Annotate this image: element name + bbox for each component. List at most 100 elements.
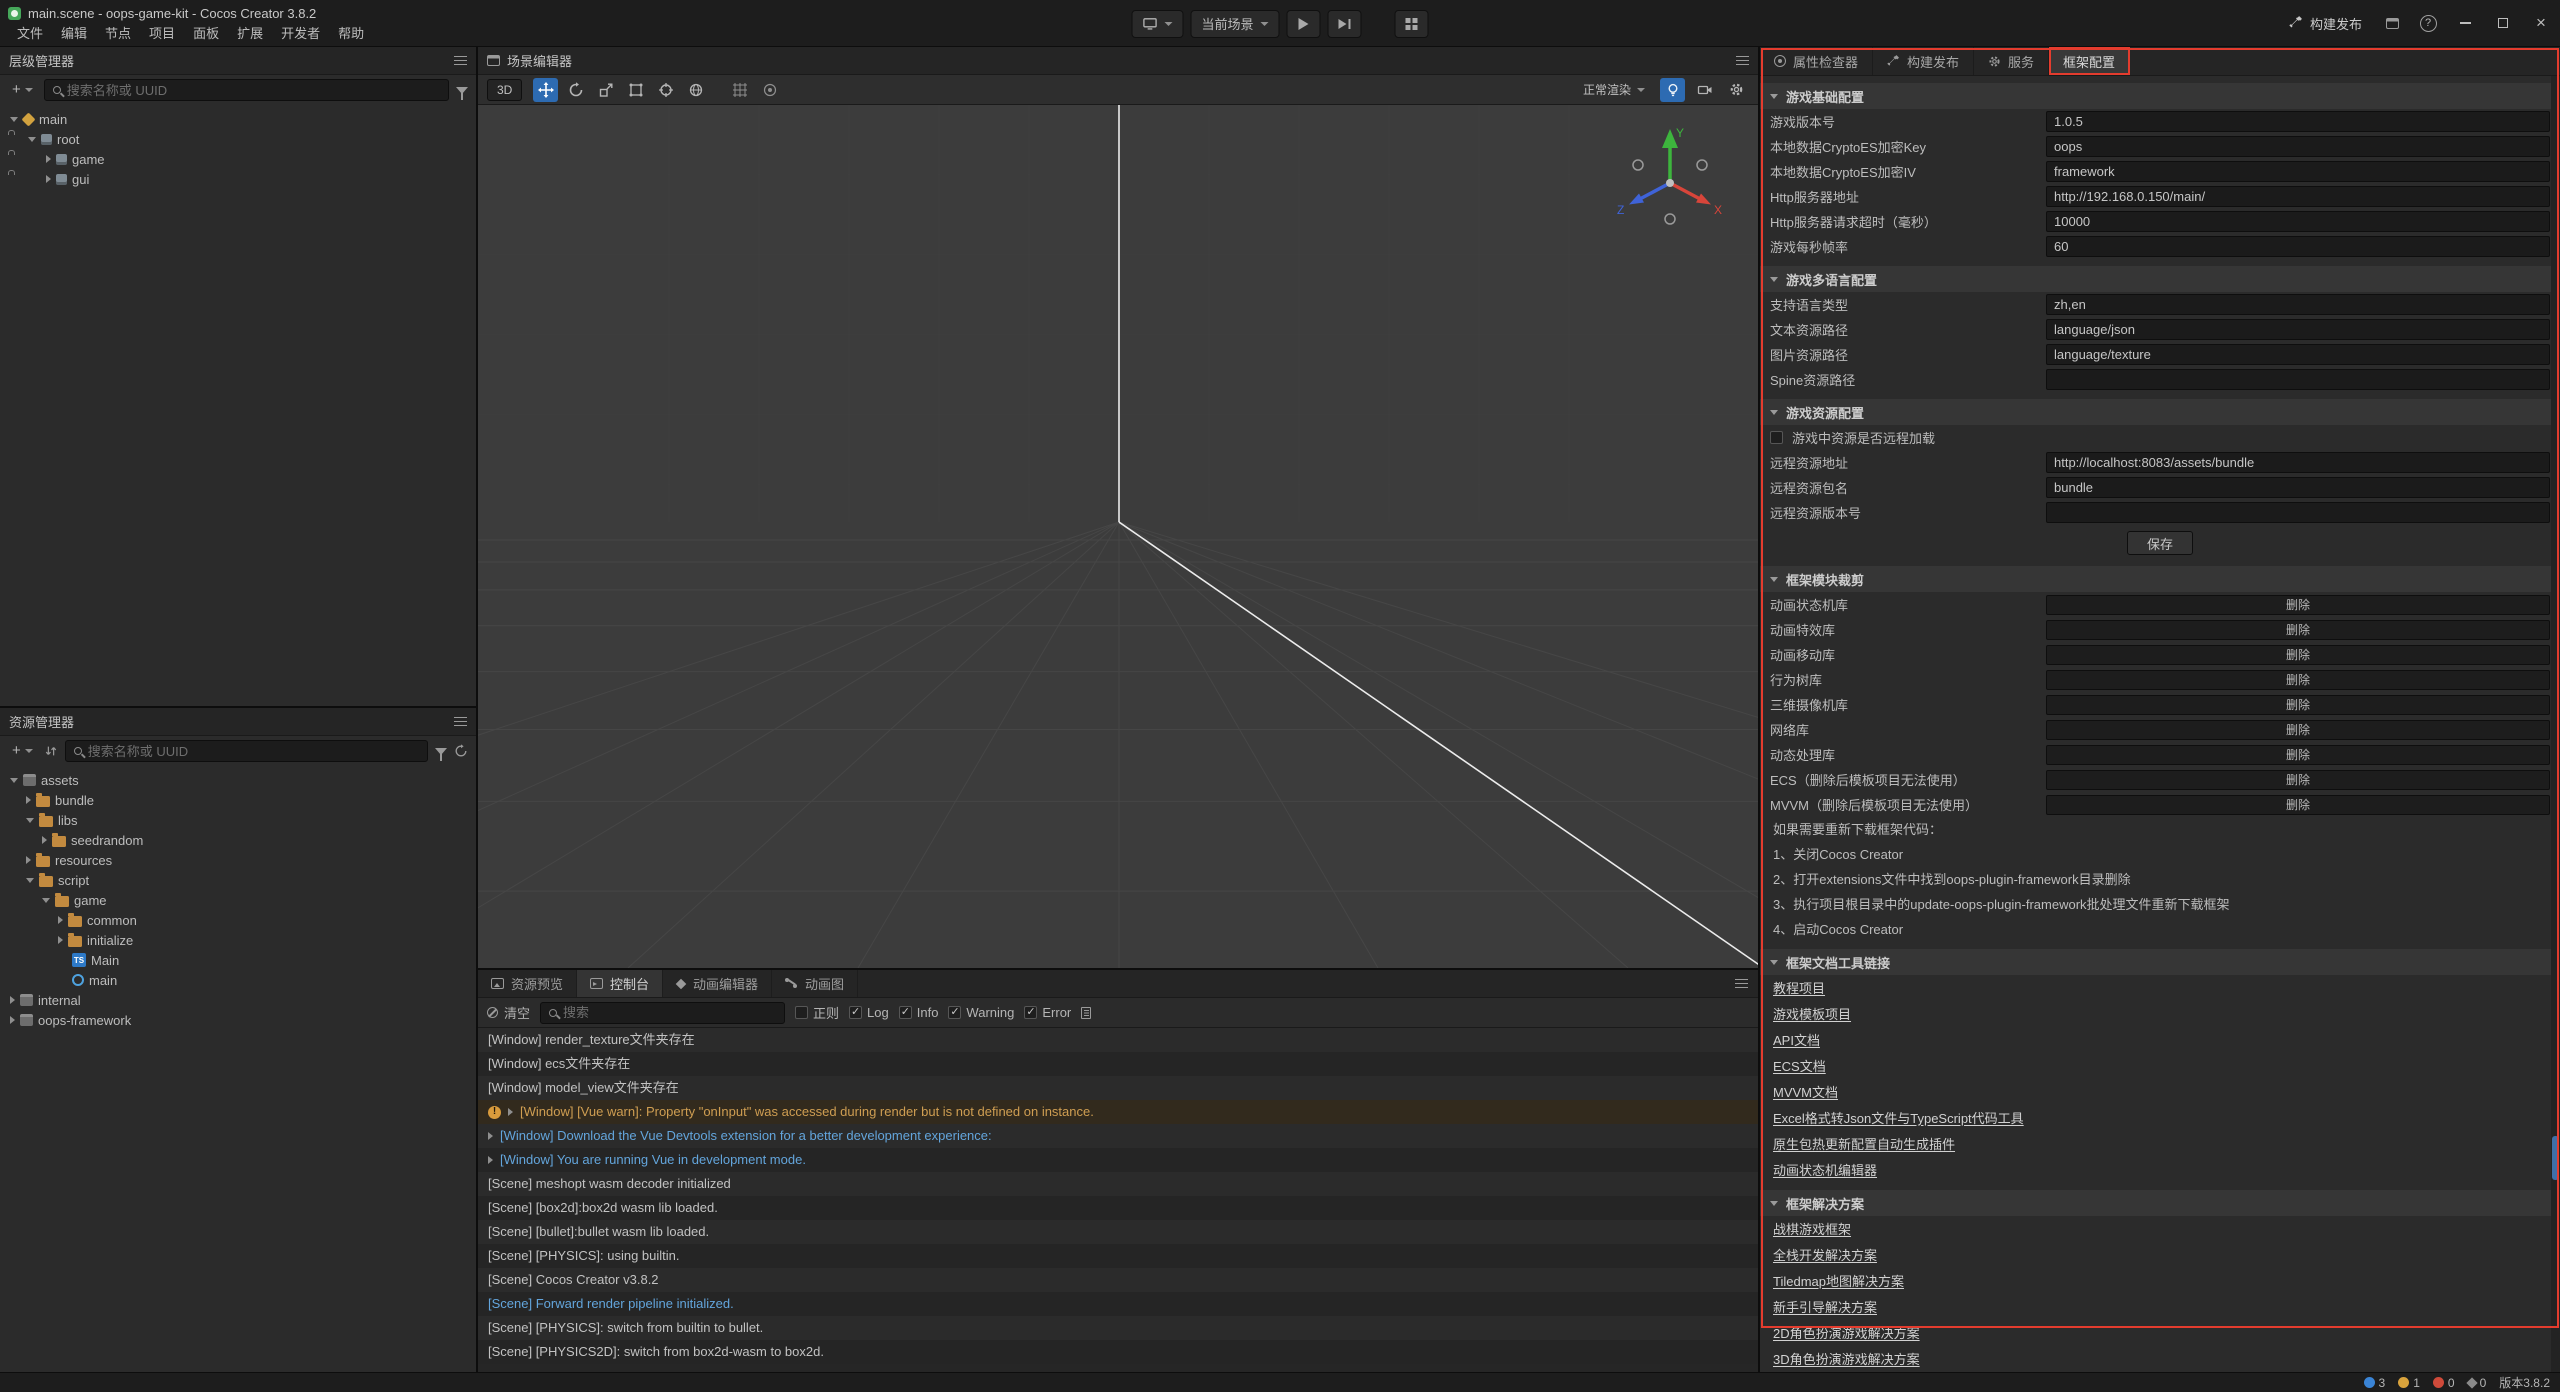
assets-add-button[interactable] [8,744,37,758]
asset-node-libs[interactable]: libs [0,810,476,830]
crypto-key-input[interactable] [2046,136,2550,157]
gizmo-settings-button[interactable] [757,78,782,102]
chevron-expanded-icon[interactable] [26,878,34,883]
hierarchy-node-main[interactable]: main [0,109,476,129]
asset-node-internal[interactable]: internal [0,990,476,1010]
hierarchy-search-input[interactable] [67,83,440,98]
chevron-collapsed-icon[interactable] [46,155,51,163]
solution-link-2drpg[interactable]: 2D角色扮演游戏解决方案 [1773,1326,1920,1341]
http-server-input[interactable] [2046,186,2550,207]
console-search-input[interactable] [563,1005,776,1020]
doc-link-excel-tool[interactable]: Excel格式转Json文件与TypeScript代码工具 [1773,1111,2024,1126]
delete-module-button[interactable]: 删除 [2046,720,2550,740]
scene-select[interactable]: 当前场景 [1190,10,1279,38]
asset-node-resources[interactable]: resources [0,850,476,870]
chevron-expanded-icon[interactable] [10,778,18,783]
rect-tool-button[interactable] [623,78,648,102]
menu-node[interactable]: 节点 [96,23,140,44]
assets-search-input[interactable] [88,744,419,759]
minimize-button[interactable] [2446,0,2484,47]
tab-property-inspector[interactable]: 属性检查器 [1760,47,1873,75]
http-timeout-input[interactable] [2046,211,2550,232]
crypto-iv-input[interactable] [2046,161,2550,182]
tab-console[interactable]: 控制台 [577,970,663,997]
solution-link-guide[interactable]: 新手引导解决方案 [1773,1300,1877,1315]
scene-viewport[interactable]: Y X Z [478,105,1758,968]
hierarchy-node-game[interactable]: game [0,149,476,169]
menu-edit[interactable]: 编辑 [52,23,96,44]
doc-link-ecs[interactable]: ECS文档 [1773,1059,1826,1074]
chevron-expanded-icon[interactable] [28,137,36,142]
chevron-collapsed-icon[interactable] [10,996,15,1004]
layout-grid-button[interactable] [1395,10,1429,38]
render-mode-select[interactable]: 正常渲染 [1575,79,1653,101]
log-row-info[interactable]: [Window] You are running Vue in developm… [478,1148,1758,1172]
asset-node-ts-main[interactable]: TSMain [0,950,476,970]
status-task-count[interactable]: 0 [2468,1376,2487,1390]
tab-build-publish[interactable]: 构建发布 [1873,47,1974,75]
neg-y-axis-handle[interactable] [1665,214,1675,224]
section-resource-config[interactable]: 游戏资源配置 [1760,399,2560,425]
delete-module-button[interactable]: 删除 [2046,595,2550,615]
solution-link-tiledmap[interactable]: Tiledmap地图解决方案 [1773,1274,1904,1289]
asset-node-script[interactable]: script [0,870,476,890]
step-button[interactable] [1328,10,1362,38]
play-button[interactable] [1287,10,1321,38]
pivot-tool-button[interactable] [653,78,678,102]
tab-framework-config[interactable]: 框架配置 [2049,47,2130,75]
scene-light-toggle[interactable] [1660,78,1685,102]
frame-rate-input[interactable] [2046,236,2550,257]
menu-help[interactable]: 帮助 [329,23,373,44]
asset-node-seedrandom[interactable]: seedrandom [0,830,476,850]
asset-node-bundle[interactable]: bundle [0,790,476,810]
delete-module-button[interactable]: 删除 [2046,670,2550,690]
axis-gizmo[interactable]: Y X Z [1610,121,1730,241]
scene-menu-icon[interactable] [1736,56,1749,66]
chevron-collapsed-icon[interactable] [46,175,51,183]
rotate-tool-button[interactable] [563,78,588,102]
menu-developer[interactable]: 开发者 [272,23,329,44]
asset-node-initialize[interactable]: initialize [0,930,476,950]
menu-panel[interactable]: 面板 [184,23,228,44]
sort-icon[interactable] [44,744,58,758]
x-axis-cone[interactable] [1696,194,1711,205]
chevron-collapsed-icon[interactable] [10,1016,15,1024]
maximize-button[interactable] [2484,0,2522,47]
doc-link-animator-editor[interactable]: 动画状态机编辑器 [1773,1163,1877,1178]
hierarchy-filter-icon[interactable] [456,87,468,94]
move-tool-button[interactable] [533,78,558,102]
chevron-collapsed-icon[interactable] [58,916,63,924]
delete-module-button[interactable]: 删除 [2046,695,2550,715]
doc-link-template[interactable]: 游戏模板项目 [1773,1007,1851,1022]
expand-chevron-icon[interactable] [488,1132,493,1140]
coordinate-space-button[interactable] [683,78,708,102]
chevron-expanded-icon[interactable] [10,117,18,122]
hierarchy-add-button[interactable] [8,83,37,97]
game-version-input[interactable] [2046,111,2550,132]
delete-module-button[interactable]: 删除 [2046,645,2550,665]
languages-input[interactable] [2046,294,2550,315]
status-warning-count[interactable]: 1 [2398,1376,2420,1390]
log-row-warning[interactable]: [Window] [Vue warn]: Property "onInput" … [478,1100,1758,1124]
inspector-scrollbar[interactable] [2551,76,2560,1372]
lang-texture-path-input[interactable] [2046,344,2550,365]
tab-animation-graph[interactable]: 动画图 [772,970,858,997]
section-doc-links[interactable]: 框架文档工具链接 [1760,949,2560,975]
menu-project[interactable]: 项目 [140,23,184,44]
tab-animation-editor[interactable]: 动画编辑器 [663,970,772,997]
mode-3d-button[interactable]: 3D [487,79,522,101]
refresh-icon[interactable] [454,744,468,758]
filter-warning-checkbox[interactable]: Warning [948,1005,1014,1020]
doc-link-tutorial[interactable]: 教程项目 [1773,981,1825,996]
section-language-config[interactable]: 游戏多语言配置 [1760,266,2560,292]
log-row-info[interactable]: [Window] Download the Vue Devtools exten… [478,1124,1758,1148]
remote-load-checkbox[interactable] [1770,431,1783,444]
chevron-collapsed-icon[interactable] [26,796,31,804]
console-window-icon[interactable] [2374,0,2410,47]
chevron-collapsed-icon[interactable] [26,856,31,864]
export-log-icon[interactable] [1081,1007,1091,1019]
tab-asset-preview[interactable]: 资源预览 [478,970,577,997]
chevron-expanded-icon[interactable] [26,818,34,823]
remote-bundle-input[interactable] [2046,477,2550,498]
assets-menu-icon[interactable] [454,717,467,727]
